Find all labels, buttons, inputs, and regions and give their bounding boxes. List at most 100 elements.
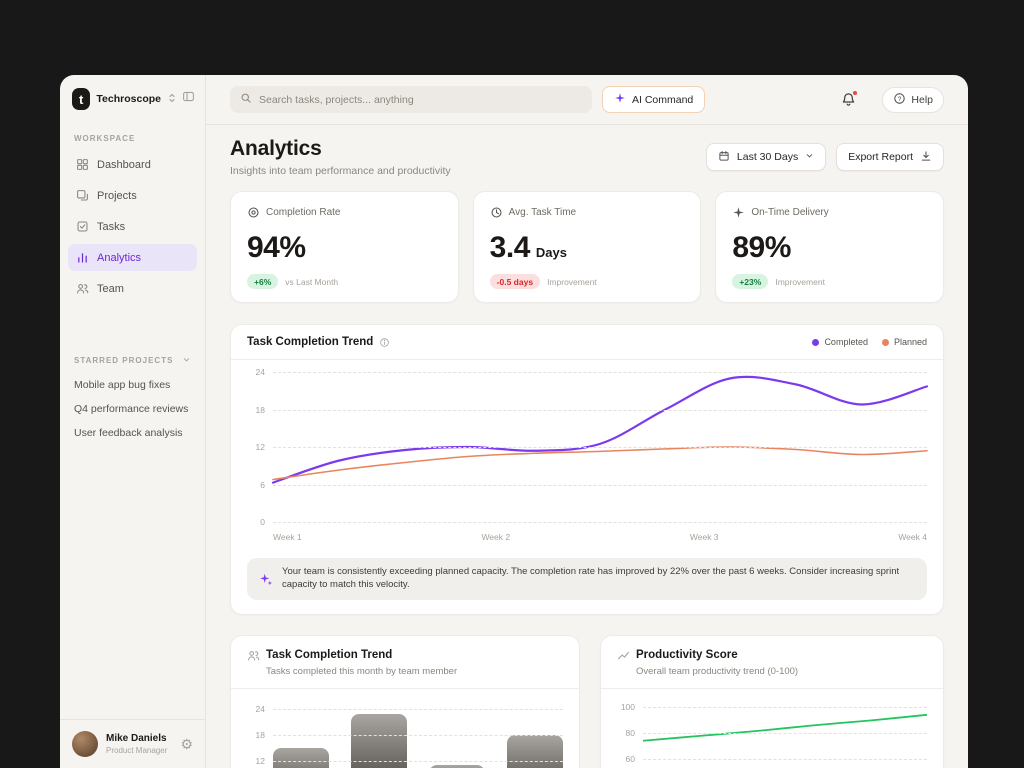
y-axis-tick: 80 bbox=[625, 728, 635, 738]
stat-cards-row: Completion Rate 94% +6% vs Last Month Avg… bbox=[230, 191, 945, 303]
gridline bbox=[643, 758, 927, 760]
date-range-button[interactable]: Last 30 Days bbox=[705, 143, 827, 171]
sidebar: t Techroscope WORKSPACE Dashboard Projec… bbox=[60, 75, 206, 768]
trend-chart-card: Task Completion Trend Completed Planned … bbox=[230, 324, 944, 615]
gear-icon[interactable]: ⚙ bbox=[180, 736, 193, 753]
starred-project-item[interactable]: User feedback analysis bbox=[60, 421, 205, 445]
stat-caption: vs Last Month bbox=[285, 276, 339, 287]
card-title: Task Completion Trend bbox=[266, 649, 393, 662]
gridline bbox=[273, 409, 927, 411]
gridline bbox=[273, 735, 563, 737]
dashboard-icon bbox=[76, 158, 89, 171]
y-axis: 24 18 12 bbox=[247, 701, 273, 768]
x-axis-tick: Week 3 bbox=[689, 532, 719, 542]
legend-item-planned: Planned bbox=[881, 337, 927, 347]
sidebar-item-team[interactable]: Team bbox=[68, 275, 197, 302]
sidebar-item-tasks[interactable]: Tasks bbox=[68, 213, 197, 240]
y-axis-tick: 6 bbox=[260, 479, 265, 490]
card-title: Task Completion Trend bbox=[247, 336, 374, 348]
stat-caption: Improvement bbox=[547, 276, 597, 287]
chevron-down-icon bbox=[805, 151, 814, 163]
sidebar-item-projects[interactable]: Projects bbox=[68, 182, 197, 209]
user-role: Product Manager bbox=[106, 745, 168, 755]
y-axis-tick: 18 bbox=[255, 404, 265, 415]
sidebar-header: t Techroscope bbox=[60, 75, 205, 120]
insight-text: Your team is consistently exceeding plan… bbox=[282, 566, 900, 590]
line-series-score bbox=[643, 714, 927, 740]
info-icon[interactable] bbox=[379, 337, 390, 348]
gridline bbox=[273, 447, 927, 448]
sidebar-item-label: Analytics bbox=[97, 251, 142, 264]
card-title: Productivity Score bbox=[636, 649, 738, 662]
card-subtitle: Tasks completed this month by team membe… bbox=[266, 665, 458, 677]
chevron-down-icon bbox=[182, 355, 191, 366]
topbar: Search tasks, projects... anything AI Co… bbox=[206, 75, 968, 125]
chart-legend: Completed Planned bbox=[812, 337, 927, 347]
target-icon bbox=[247, 206, 260, 219]
workspace-switcher-icon[interactable] bbox=[168, 90, 176, 108]
trend-chart: 24 18 12 6 0 Week 1 Week 2 Week 3 Week 4 bbox=[231, 360, 943, 552]
gridline bbox=[273, 484, 927, 486]
legend-item-completed: Completed bbox=[812, 337, 868, 347]
line-series-planned bbox=[273, 447, 927, 480]
x-axis: Week 1 Week 2 Week 3 Week 4 bbox=[273, 532, 927, 542]
line-chart-plot bbox=[643, 701, 927, 768]
x-axis-tick: Week 4 bbox=[898, 532, 927, 542]
sidebar-item-label: Team bbox=[97, 282, 124, 295]
stat-card-on-time-delivery: On-Time Delivery 89% +23% Improvement bbox=[715, 191, 945, 303]
y-axis-tick: 0 bbox=[260, 517, 265, 527]
avatar bbox=[72, 731, 98, 757]
stat-card-avg-task-time: Avg. Task Time 3.4 Days -0.5 days Improvem… bbox=[472, 191, 702, 303]
starred-project-item[interactable]: Mobile app bug fixes bbox=[60, 373, 205, 397]
ai-insight-bar: Your team is consistently exceeding plan… bbox=[247, 558, 927, 600]
gridline bbox=[273, 760, 563, 762]
user-profile[interactable]: Mike Daniels Product Manager ⚙ bbox=[60, 719, 205, 768]
y-axis: 24 18 12 6 0 bbox=[247, 367, 273, 527]
collapse-sidebar-icon[interactable] bbox=[182, 90, 195, 108]
download-icon bbox=[920, 150, 932, 165]
gridline bbox=[273, 372, 927, 373]
starred-project-item[interactable]: Q4 performance reviews bbox=[60, 397, 205, 421]
bottom-cards-row: Task Completion Trend Tasks completed th… bbox=[230, 634, 944, 768]
app-name: Techroscope bbox=[96, 93, 161, 105]
ai-command-button[interactable]: AI Command bbox=[602, 86, 706, 113]
sidebar-item-label: Projects bbox=[97, 189, 137, 202]
help-button[interactable]: ? Help bbox=[882, 86, 944, 113]
legend-dot bbox=[812, 338, 820, 346]
sidebar-item-analytics[interactable]: Analytics bbox=[68, 244, 197, 271]
stat-value: 89% bbox=[732, 231, 791, 264]
gridline bbox=[643, 707, 927, 709]
search-placeholder: Search tasks, projects... anything bbox=[259, 93, 414, 106]
stat-value: 3.4 Days bbox=[489, 231, 567, 264]
page-subtitle: Insights into team performance and produ… bbox=[230, 165, 451, 177]
team-icon bbox=[76, 282, 89, 295]
starred-section-label[interactable]: STARRED PROJECTS bbox=[60, 341, 205, 373]
y-axis-tick: 12 bbox=[255, 755, 265, 766]
ai-sparkle-icon bbox=[259, 572, 273, 586]
app-logo: t bbox=[72, 88, 91, 110]
user-name: Mike Daniels bbox=[106, 733, 167, 745]
search-input[interactable]: Search tasks, projects... anything bbox=[230, 86, 592, 113]
card-subtitle: Overall team productivity trend (0-100) bbox=[636, 665, 799, 677]
notifications-bell[interactable] bbox=[841, 90, 859, 107]
sparkle-icon bbox=[732, 206, 745, 219]
search-icon bbox=[240, 92, 252, 107]
projects-icon bbox=[76, 189, 89, 202]
y-axis-tick: 24 bbox=[255, 704, 265, 715]
sidebar-item-dashboard[interactable]: Dashboard bbox=[68, 151, 197, 178]
stat-card-completion-rate: Completion Rate 94% +6% vs Last Month bbox=[230, 191, 459, 303]
bar-chart-plot bbox=[273, 701, 563, 768]
bar bbox=[507, 735, 563, 768]
app-window: t Techroscope WORKSPACE Dashboard Projec… bbox=[60, 75, 968, 768]
main-area: Search tasks, projects... anything AI Co… bbox=[206, 75, 968, 768]
trend-line-icon bbox=[617, 649, 630, 662]
y-axis-tick: 24 bbox=[255, 367, 265, 377]
stat-value: 94% bbox=[247, 231, 306, 264]
y-axis-tick: 100 bbox=[620, 702, 635, 713]
calendar-icon bbox=[718, 150, 730, 165]
y-axis-tick: 12 bbox=[255, 442, 265, 452]
export-report-button[interactable]: Export Report bbox=[836, 143, 944, 171]
y-axis-tick: 60 bbox=[625, 753, 635, 764]
bar bbox=[273, 748, 329, 768]
question-icon: ? bbox=[893, 92, 906, 108]
